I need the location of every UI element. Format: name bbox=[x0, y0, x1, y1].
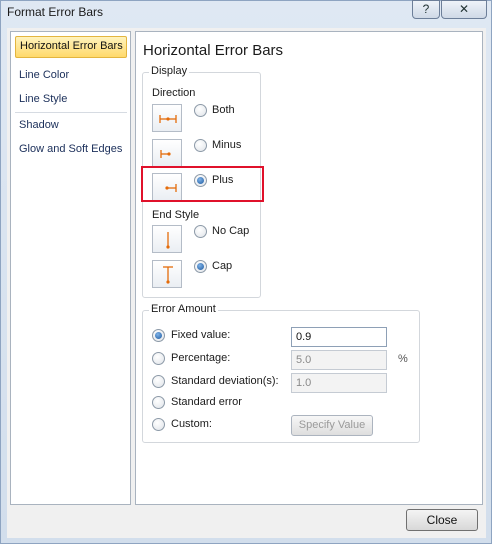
direction-both-radio[interactable] bbox=[194, 104, 207, 117]
custom-radio[interactable] bbox=[152, 418, 165, 431]
error-amount-group-label: Error Amount bbox=[149, 303, 218, 315]
nav-item-glow-soft-edges[interactable]: Glow and Soft Edges bbox=[15, 139, 126, 161]
custom-label[interactable]: Custom: bbox=[171, 418, 212, 430]
specify-value-button[interactable]: Specify Value bbox=[291, 415, 373, 436]
display-group-label: Display bbox=[149, 65, 190, 77]
minus-direction-icon[interactable] bbox=[152, 139, 182, 167]
std-deviation-label[interactable]: Standard deviation(s): bbox=[171, 375, 279, 387]
fixed-value-input[interactable]: 0.9 bbox=[291, 327, 387, 347]
std-deviation-input[interactable]: 1.0 bbox=[291, 373, 387, 393]
window-close-button[interactable]: ✕ bbox=[441, 0, 487, 19]
both-direction-icon[interactable] bbox=[152, 104, 182, 132]
nav-separator bbox=[15, 112, 127, 113]
format-error-bars-dialog: Format Error Bars ? ✕ Horizontal Error B… bbox=[0, 0, 492, 544]
direction-minus-radio[interactable] bbox=[194, 139, 207, 152]
no-cap-icon[interactable] bbox=[152, 225, 182, 253]
fixed-value-radio[interactable] bbox=[152, 329, 165, 342]
category-list: Horizontal Error Bars Line Color Line St… bbox=[10, 31, 131, 505]
nav-item-line-style[interactable]: Line Style bbox=[15, 89, 71, 111]
nav-item-horizontal-error-bars[interactable]: Horizontal Error Bars bbox=[15, 36, 127, 58]
end-style-no-cap-label[interactable]: No Cap bbox=[212, 225, 249, 237]
error-amount-group: Error Amount Fixed value: 0.9 Percentage… bbox=[142, 303, 420, 443]
end-style-cap-radio[interactable] bbox=[194, 260, 207, 273]
window-title: Format Error Bars bbox=[7, 5, 104, 19]
end-style-cap-label[interactable]: Cap bbox=[212, 260, 232, 272]
help-button[interactable]: ? bbox=[412, 0, 440, 19]
std-deviation-radio[interactable] bbox=[152, 375, 165, 388]
panel-title: Horizontal Error Bars bbox=[143, 42, 284, 59]
title-bar: Format Error Bars ? ✕ bbox=[1, 0, 491, 25]
cap-icon[interactable] bbox=[152, 260, 182, 288]
end-style-label: End Style bbox=[152, 209, 200, 221]
direction-label: Direction bbox=[152, 87, 196, 99]
fixed-value-label[interactable]: Fixed value: bbox=[171, 329, 230, 341]
plus-option-highlight bbox=[141, 166, 264, 202]
nav-item-shadow[interactable]: Shadow bbox=[15, 115, 63, 137]
direction-both-label[interactable]: Both bbox=[212, 104, 235, 116]
percentage-radio[interactable] bbox=[152, 352, 165, 365]
std-error-radio[interactable] bbox=[152, 396, 165, 409]
nav-item-line-color[interactable]: Line Color bbox=[15, 65, 73, 87]
close-button[interactable]: Close bbox=[406, 509, 478, 531]
end-style-no-cap-radio[interactable] bbox=[194, 225, 207, 238]
percentage-input[interactable]: 5.0 bbox=[291, 350, 387, 370]
settings-panel: Horizontal Error Bars Display Direction … bbox=[135, 31, 483, 505]
dialog-client: Horizontal Error Bars Line Color Line St… bbox=[7, 28, 486, 538]
std-error-label[interactable]: Standard error bbox=[171, 396, 242, 408]
percentage-label[interactable]: Percentage: bbox=[171, 352, 230, 364]
direction-minus-label[interactable]: Minus bbox=[212, 139, 241, 151]
percentage-unit: % bbox=[398, 353, 408, 365]
